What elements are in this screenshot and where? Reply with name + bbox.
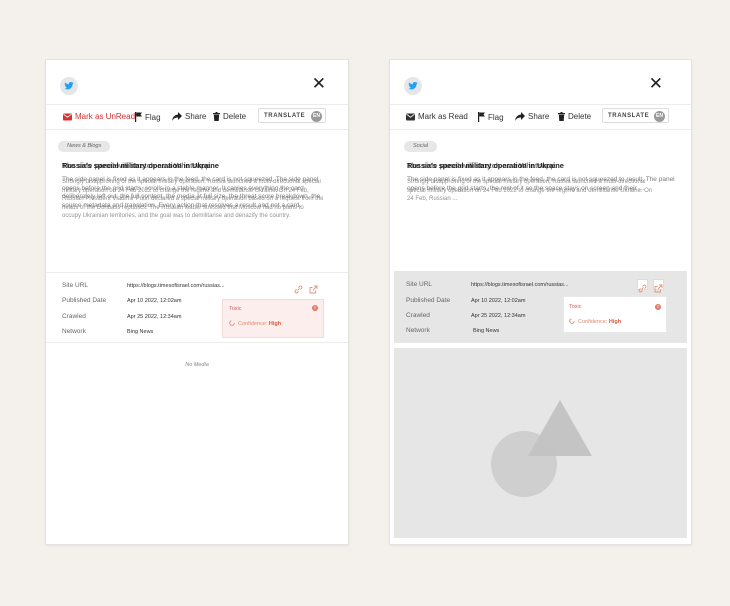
site-url-label: Site URL	[406, 281, 433, 288]
share-icon	[515, 112, 525, 121]
copy-link-icon[interactable]	[637, 279, 648, 293]
copy-link-icon[interactable]	[294, 281, 305, 294]
toxicity-box: Toxic ! Confidence: High	[222, 299, 324, 338]
network-value: Bing News	[473, 328, 500, 334]
no-media-text: No Media	[185, 362, 209, 368]
toxic-label: Toxic	[229, 306, 242, 312]
category-pill: Social	[404, 141, 437, 152]
network-label: Network	[406, 327, 430, 334]
confidence: Confidence: High	[229, 320, 281, 327]
published-value: Apr 10 2022, 12:02am	[127, 298, 182, 304]
network-label: Network	[62, 328, 86, 335]
delete-button[interactable]: Delete	[558, 112, 591, 122]
translate-button[interactable]: TRANSLATE EN	[602, 108, 669, 123]
flag-label: Flag	[488, 113, 504, 122]
trash-icon	[213, 112, 220, 121]
info-icon[interactable]: !	[655, 304, 661, 310]
confidence-label: Confidence:	[578, 319, 608, 325]
crawled-value: Apr 25 2022, 12:34am	[471, 313, 526, 319]
published-value: Apr 10 2022, 12:02am	[471, 298, 526, 304]
confidence-value: High	[608, 319, 622, 325]
mark-as-unread-button[interactable]: Mark as UnRead	[63, 112, 135, 122]
post-body: Strongly disapproving of the special mil…	[62, 179, 324, 219]
share-button[interactable]: Share	[172, 112, 206, 122]
info-icon[interactable]: !	[312, 305, 318, 311]
crawled-value: Apr 25 2022, 12:34am	[127, 314, 182, 320]
confidence-value: High	[268, 321, 282, 327]
close-icon[interactable]: ✕	[649, 75, 663, 93]
toxic-label: Toxic	[569, 304, 582, 310]
share-label: Share	[185, 112, 207, 121]
confidence: Confidence: High	[569, 318, 621, 325]
side-panel-right: ✕ Mark as Read Flag Share Delete TRANSLA…	[390, 60, 691, 544]
post-title-overlay: The side panel will stretch as a Whatsap…	[62, 161, 213, 170]
mail-icon	[406, 113, 415, 121]
flag-button[interactable]: Flag	[478, 112, 504, 123]
flag-button[interactable]: Flag	[135, 112, 161, 123]
mark-as-read-button[interactable]: Mark as Read	[406, 112, 468, 122]
close-icon[interactable]: ✕	[312, 75, 326, 93]
site-url-link[interactable]: https://blogs.timesofisrael.com/russias.…	[471, 282, 569, 288]
mark-label: Mark as Read	[418, 112, 468, 121]
divider	[46, 342, 348, 343]
network-value: Bing News	[127, 329, 154, 335]
trash-icon	[558, 112, 565, 121]
post-title-overlay: The side panel will stretch as a Whatsap…	[407, 161, 558, 170]
mail-icon	[63, 113, 72, 121]
media-placeholder-icon	[491, 400, 592, 497]
action-toolbar: Mark as Read Flag Share Delete TRANSLATE…	[390, 105, 691, 130]
spinner-icon	[569, 318, 575, 324]
site-url-link[interactable]: https://blogs.timesofisrael.com/russias.…	[127, 283, 225, 289]
panel-header: ✕	[390, 60, 691, 105]
flag-icon	[135, 112, 142, 122]
spinner-icon	[229, 320, 235, 326]
metadata-section: Site URL https://blogs.timesofisrael.com…	[46, 272, 348, 343]
published-label: Published Date	[62, 297, 107, 304]
delete-label: Delete	[568, 112, 592, 121]
external-link-icon[interactable]	[653, 279, 664, 293]
external-link-icon[interactable]	[309, 281, 320, 294]
site-url-label: Site URL	[62, 282, 89, 289]
delete-button[interactable]: Delete	[213, 112, 246, 122]
share-button[interactable]: Share	[515, 112, 549, 122]
twitter-icon	[404, 77, 422, 95]
translate-label: TRANSLATE	[608, 113, 650, 119]
delete-label: Delete	[223, 112, 247, 121]
flag-icon	[478, 112, 485, 122]
category-pill: News & Blogs	[58, 141, 111, 152]
twitter-icon	[60, 77, 78, 95]
mark-label: Mark as UnRead	[75, 112, 136, 121]
crawled-label: Crawled	[406, 312, 430, 319]
media-placeholder	[394, 348, 687, 538]
language-badge[interactable]: EN	[311, 111, 322, 122]
translate-button[interactable]: TRANSLATE EN	[258, 108, 326, 123]
post-body: Strongly disapproving of the special mil…	[407, 179, 653, 202]
language-badge[interactable]: EN	[654, 111, 665, 122]
side-panel-left: ✕ Mark as UnRead Flag Share Delete TRANS…	[46, 60, 348, 544]
metadata-section: Site URL https://blogs.timesofisrael.com…	[394, 271, 687, 343]
toxicity-box: Toxic ! Confidence: High	[563, 296, 667, 333]
share-icon	[172, 112, 182, 121]
crawled-label: Crawled	[62, 313, 86, 320]
panel-header: ✕	[46, 60, 348, 105]
translate-label: TRANSLATE	[264, 113, 306, 119]
action-toolbar: Mark as UnRead Flag Share Delete TRANSLA…	[46, 105, 348, 130]
share-label: Share	[528, 112, 550, 121]
published-label: Published Date	[406, 297, 451, 304]
flag-label: Flag	[145, 113, 161, 122]
confidence-label: Confidence:	[238, 321, 268, 327]
